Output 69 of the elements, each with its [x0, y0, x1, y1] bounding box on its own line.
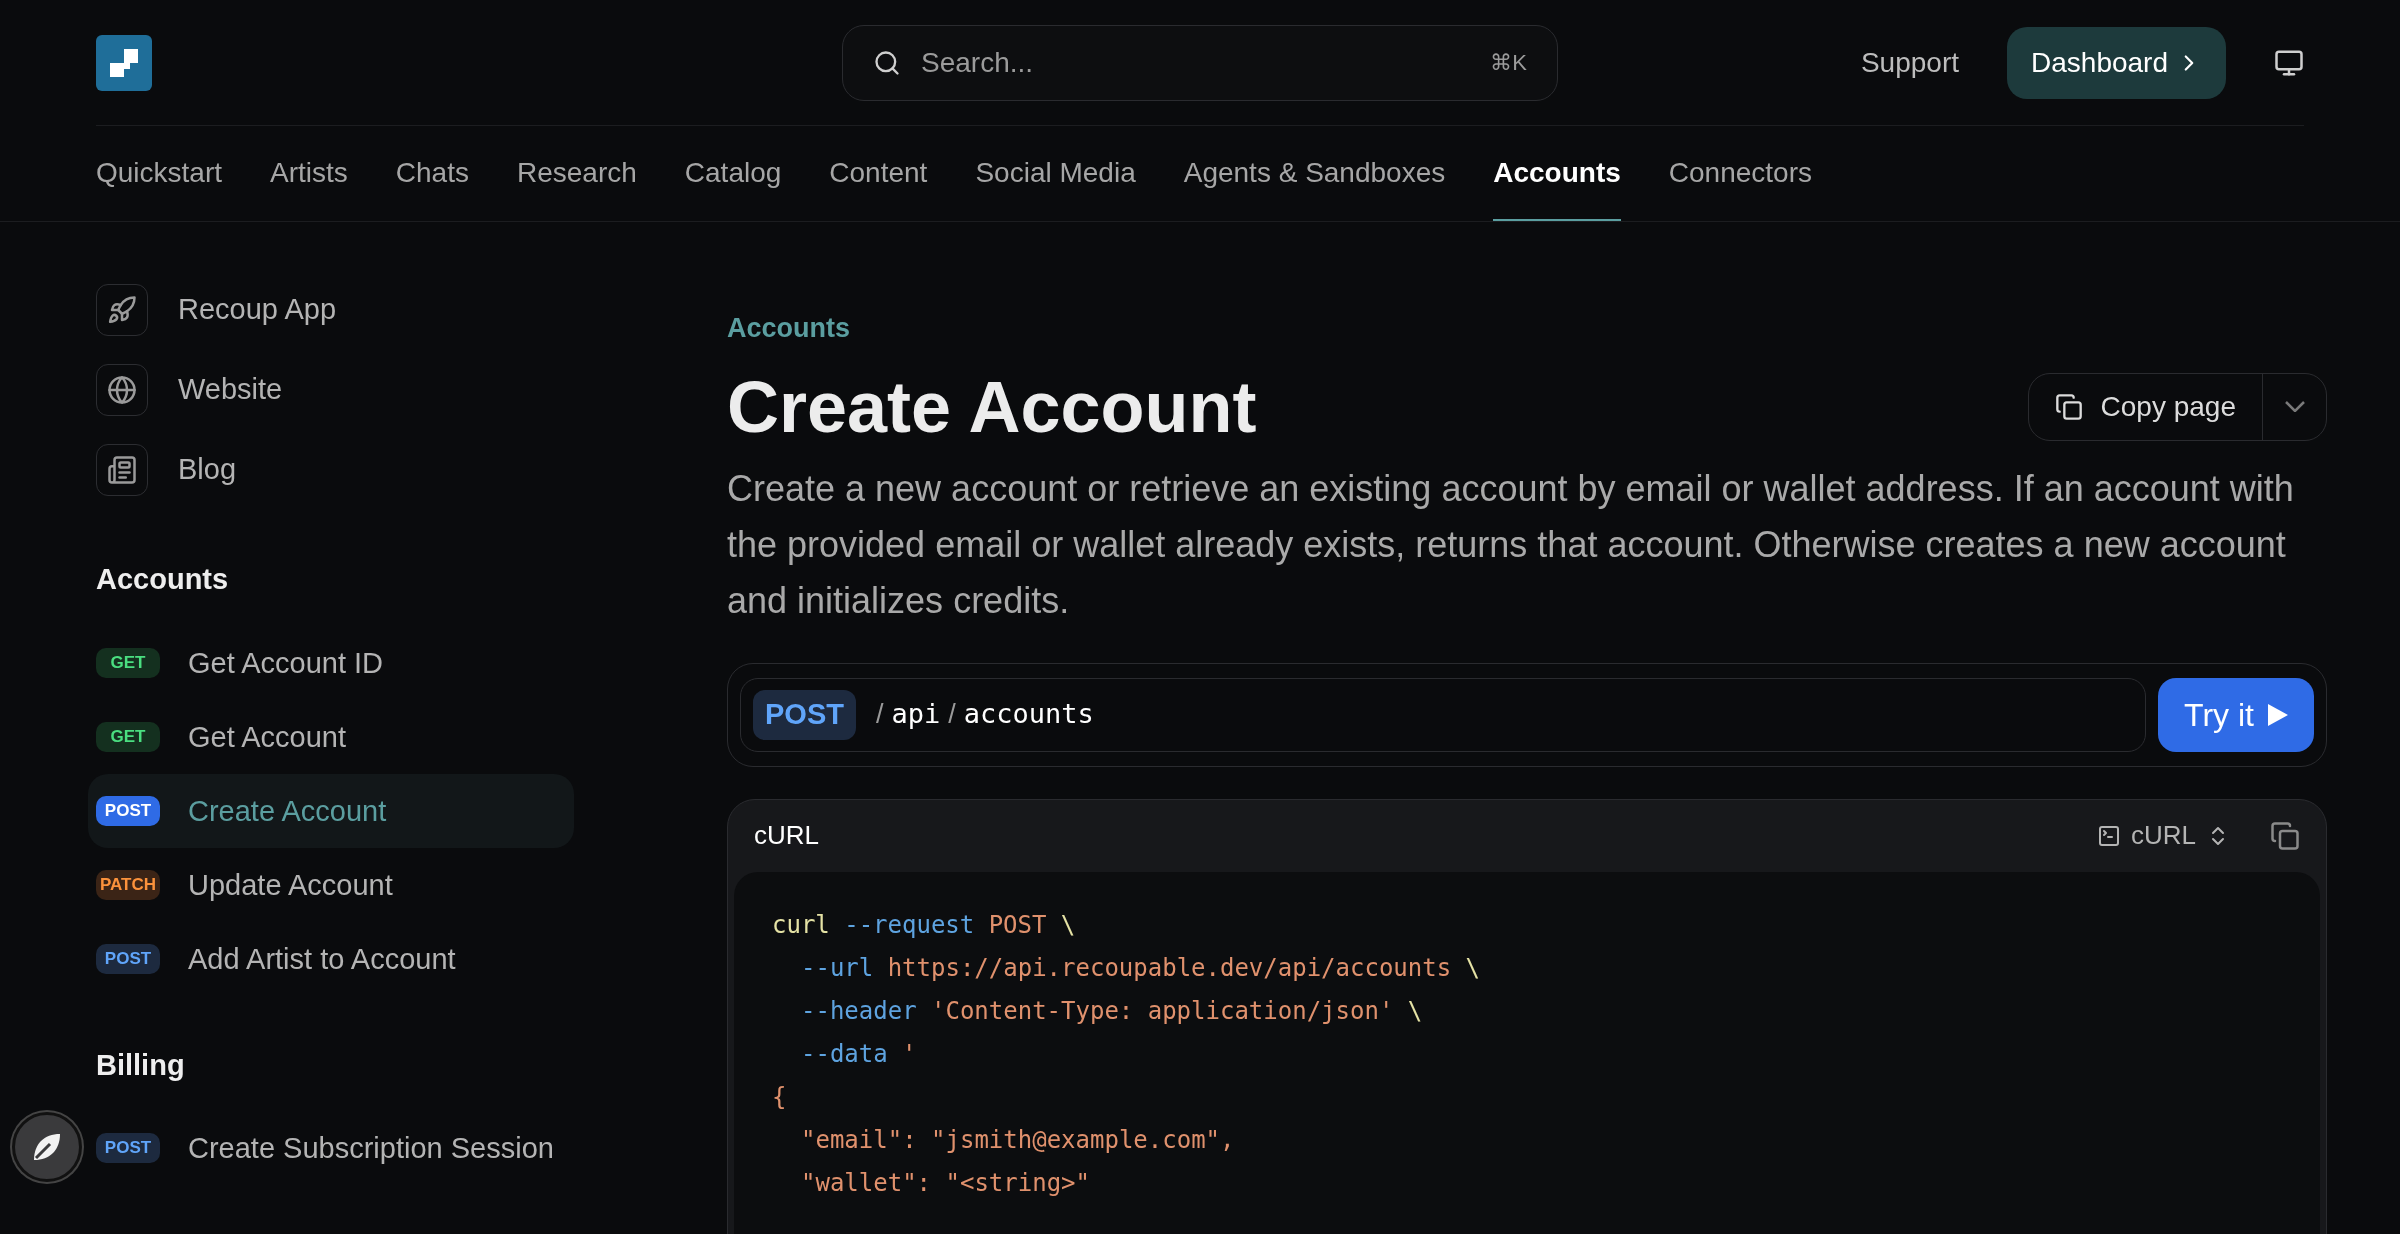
support-link[interactable]: Support: [1860, 41, 1959, 84]
sidebar-item[interactable]: GET Get Account: [88, 699, 574, 774]
sidebar-item[interactable]: PATCH Update Account: [88, 847, 574, 922]
code-line: --data ': [800, 1038, 917, 1070]
nav-tab[interactable]: Agents & Sandboxes: [1183, 126, 1446, 221]
nav-tab[interactable]: Social Media: [975, 126, 1136, 221]
nav-tab[interactable]: Catalog: [684, 126, 782, 221]
nav-tab[interactable]: Research: [516, 126, 637, 221]
nav-tab[interactable]: Artists: [270, 126, 348, 221]
code-line: "email": "jsmith@example.com",: [800, 1124, 1235, 1156]
sidebar-item[interactable]: GET Get Account ID: [88, 625, 574, 700]
terminal-icon: [2097, 823, 2121, 848]
nav-tab[interactable]: Accounts: [1493, 126, 1621, 221]
search-input[interactable]: Search...: [921, 41, 1471, 84]
code-line: --header 'Content-Type: application/json' \: [800, 995, 1423, 1027]
path-separator: /: [875, 698, 884, 732]
code-line: curl --request POST \: [772, 909, 1076, 941]
rocket-icon: [107, 295, 137, 325]
nav-tab[interactable]: Connectors: [1668, 126, 1812, 221]
search-icon: [873, 48, 901, 77]
method-badge: POST: [96, 943, 160, 974]
sidebar-item[interactable]: POST Create Account: [88, 773, 574, 848]
globe-icon: [107, 375, 137, 405]
path-text: accounts: [963, 697, 1094, 732]
method-badge: GET: [96, 721, 160, 752]
path-text: api: [891, 697, 941, 732]
try-it-button[interactable]: Try it: [2158, 677, 2314, 752]
dashboard-button[interactable]: Dashboard: [2007, 26, 2226, 99]
sidebar-item[interactable]: POST Create Subscription Session: [88, 1111, 574, 1185]
copy-icon: [2054, 392, 2083, 421]
page-title: Create Account: [727, 365, 1257, 449]
endpoint-path-field[interactable]: POST / api / accounts: [740, 677, 2147, 752]
search-field[interactable]: Search... ⌘K: [842, 24, 1558, 101]
method-badge: POST: [753, 689, 856, 740]
method-badge: GET: [96, 647, 160, 678]
method-badge: POST: [96, 795, 160, 826]
sidebar-link[interactable]: Blog: [88, 430, 574, 510]
code-line: "wallet": "<string>": [800, 1167, 1090, 1199]
sidebar-item-label: Create Subscription Session: [187, 1131, 554, 1166]
assistant-button[interactable]: [12, 1112, 82, 1182]
sidebar-item-label: Update Account: [187, 867, 393, 903]
sidebar-item-label: Create Account: [187, 793, 387, 829]
sidebar-link[interactable]: Website: [88, 350, 574, 430]
nav-tab[interactable]: Chats: [395, 126, 469, 221]
sidebar-heading: Accounts: [95, 562, 230, 597]
sidebar-item-label: Add Artist to Account: [187, 941, 456, 977]
method-badge: PATCH: [96, 869, 160, 900]
breadcrumb: Accounts: [727, 312, 852, 345]
copy-icon[interactable]: [2270, 820, 2300, 851]
sidebar-heading: Billing: [95, 1047, 186, 1083]
play-icon: [2268, 703, 2288, 726]
newspaper-icon: [107, 455, 137, 485]
nav-tab[interactable]: Content: [829, 126, 928, 221]
nav-tab[interactable]: Quickstart: [96, 126, 223, 221]
code-line: --url https://api.recoupable.dev/api/accounts \: [800, 952, 1480, 984]
page-description: Create a new account or retrieve an existing account by email or wallet address. If an account with the provided email or wallet already exists, returns that account. Otherwise creates a new account and initializes credits.: [727, 466, 2295, 623]
shortcut-hint: ⌘K: [1490, 49, 1527, 77]
sidebar-item-label: Get Account ID: [187, 645, 384, 681]
code-line: {: [772, 1081, 787, 1113]
method-badge: POST: [96, 1133, 160, 1163]
language-select[interactable]: cURL: [2097, 816, 2230, 855]
sidebar-item-label: Get Account: [187, 719, 346, 755]
code-title: cURL: [754, 819, 820, 852]
sidebar-link[interactable]: Recoup App: [88, 270, 574, 350]
path-separator: /: [948, 698, 956, 732]
sidebar-item[interactable]: POST Add Artist to Account: [88, 921, 574, 996]
logo-icon[interactable]: [96, 34, 152, 91]
chevron-down-icon: [2284, 401, 2305, 412]
copy-page-button[interactable]: Copy page: [2028, 373, 2262, 440]
